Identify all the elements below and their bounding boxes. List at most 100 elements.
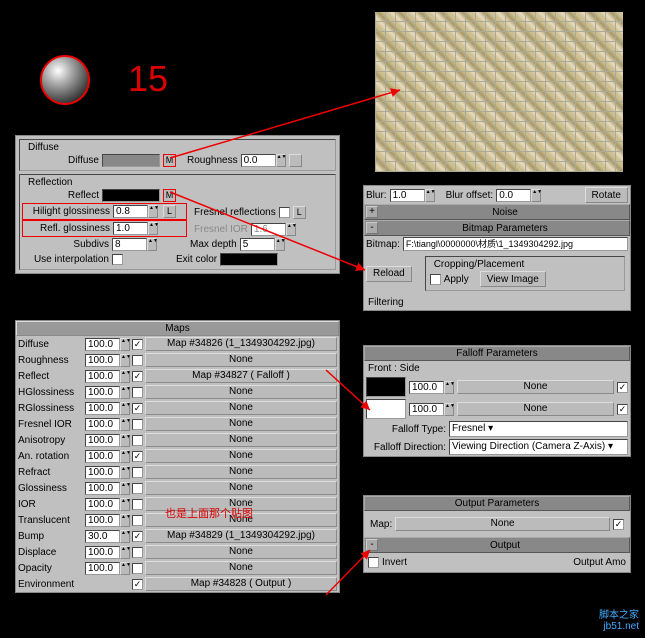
map-enable-checkbox[interactable]	[132, 547, 143, 558]
map-slot-button[interactable]: Map #34827 ( Falloff )	[145, 369, 337, 383]
map-enable-checkbox[interactable]	[132, 467, 143, 478]
reflect-color-swatch[interactable]	[102, 189, 160, 202]
falloff-type-select[interactable]: Fresnel ▾	[449, 421, 628, 437]
output-map-slot[interactable]: None	[395, 517, 610, 531]
map-enable-checkbox[interactable]: ✓	[132, 531, 143, 542]
falloff-chk1[interactable]: ✓	[617, 382, 628, 393]
maps-header[interactable]: Maps	[16, 321, 339, 336]
map-amount-spinner[interactable]: ▲▼	[85, 386, 130, 399]
map-enable-checkbox[interactable]	[132, 499, 143, 510]
map-slot-button[interactable]: Map #34828 ( Output )	[145, 577, 337, 591]
map-amount-spinner[interactable]: ▲▼	[85, 434, 130, 447]
map-slot-button[interactable]: None	[145, 561, 337, 575]
bitmap-params-header[interactable]: -Bitmap Parameters	[364, 220, 630, 236]
reflect-map-button[interactable]: M	[163, 189, 176, 202]
map-amount-spinner[interactable]: ▲▼	[85, 514, 130, 527]
map-enable-checkbox[interactable]	[132, 483, 143, 494]
map-enable-checkbox[interactable]	[132, 387, 143, 398]
map-slot-button[interactable]: Map #34829 (1_1349304292.jpg)	[145, 529, 337, 543]
map-enable-checkbox[interactable]	[132, 515, 143, 526]
map-slot-button[interactable]: None	[145, 385, 337, 399]
front-side-label: Front : Side	[364, 361, 630, 376]
map-amount-spinner[interactable]: ▲▼	[85, 562, 130, 575]
refl-gloss-spinner[interactable]: ▲▼	[113, 222, 158, 235]
output-header[interactable]: -Output	[364, 537, 630, 553]
falloff-slot1[interactable]: None	[457, 380, 614, 394]
blur-offset-label: Blur offset:	[446, 190, 494, 201]
map-enable-checkbox[interactable]: ✓	[132, 451, 143, 462]
map-slot-button[interactable]: None	[145, 417, 337, 431]
blur-spinner[interactable]: ▲▼	[390, 189, 435, 202]
map-enable-checkbox[interactable]	[132, 419, 143, 430]
hilight-lock-button[interactable]: L	[163, 205, 176, 218]
reflect-label: Reflect	[24, 190, 99, 201]
map-amount-spinner[interactable]: ▲▼	[85, 498, 130, 511]
map-slot-button[interactable]: None	[145, 401, 337, 415]
bitmap-panel: Blur: ▲▼ Blur offset: ▲▼ Rotate +Noise -…	[363, 185, 631, 311]
invert-checkbox[interactable]	[368, 557, 379, 568]
map-slot-button[interactable]: None	[145, 481, 337, 495]
map-slot-button[interactable]: None	[145, 433, 337, 447]
noise-header[interactable]: +Noise	[364, 204, 630, 220]
subdivs-spinner[interactable]: ▲▼	[112, 238, 157, 251]
map-slot-button[interactable]: None	[145, 449, 337, 463]
falloff-type-label: Falloff Type:	[366, 424, 446, 435]
roughness-spinner[interactable]: ▲▼	[241, 154, 286, 167]
falloff-color1[interactable]	[366, 377, 406, 397]
falloff-header[interactable]: Falloff Parameters	[364, 346, 630, 361]
falloff-amt1-spinner[interactable]: ▲▼	[409, 381, 454, 394]
apply-checkbox[interactable]	[430, 274, 441, 285]
reload-button[interactable]: Reload	[366, 266, 412, 282]
map-amount-spinner[interactable]: ▲▼	[85, 530, 130, 543]
interp-checkbox[interactable]	[112, 254, 123, 265]
map-enable-checkbox[interactable]	[132, 355, 143, 366]
map-amount-spinner[interactable]: ▲▼	[85, 354, 130, 367]
rotate-button[interactable]: Rotate	[585, 187, 628, 203]
fresnel-refl-checkbox[interactable]	[279, 207, 290, 218]
exit-color-swatch[interactable]	[220, 253, 278, 266]
map-enable-checkbox[interactable]	[132, 563, 143, 574]
view-image-button[interactable]: View Image	[480, 271, 546, 287]
map-amount-spinner[interactable]: ▲▼	[85, 402, 130, 415]
output-params-header[interactable]: Output Parameters	[364, 496, 630, 511]
invert-label: Invert	[382, 557, 407, 568]
map-amount-spinner[interactable]: ▲▼	[85, 546, 130, 559]
map-slot-button[interactable]: Map #34826 (1_1349304292.jpg)	[145, 337, 337, 351]
material-sphere-preview	[40, 55, 90, 105]
falloff-amt2-spinner[interactable]: ▲▼	[409, 403, 454, 416]
map-amount-spinner[interactable]: ▲▼	[85, 370, 130, 383]
map-enable-checkbox[interactable]: ✓	[132, 339, 143, 350]
fresnel-ior-spinner[interactable]: ▲▼	[251, 223, 296, 236]
map-amount-spinner[interactable]: ▲▼	[85, 466, 130, 479]
blur-offset-spinner[interactable]: ▲▼	[496, 189, 541, 202]
map-enable-checkbox[interactable]	[132, 435, 143, 446]
map-slot-button[interactable]: None	[145, 465, 337, 479]
map-amount-spinner[interactable]: ▲▼	[85, 418, 130, 431]
map-enable-checkbox[interactable]: ✓	[132, 579, 143, 590]
output-map-chk[interactable]: ✓	[613, 519, 624, 530]
bitmap-path-field[interactable]: F:\tiangl\0000000\材质\1_1349304292.jpg	[403, 237, 628, 251]
map-amount-spinner[interactable]: ▲▼	[85, 482, 130, 495]
map-row: Anisotropy▲▼None	[16, 432, 339, 448]
diffuse-map-button[interactable]: M	[163, 154, 176, 167]
falloff-chk2[interactable]: ✓	[617, 404, 628, 415]
fresnel-lock-button[interactable]: L	[293, 206, 306, 219]
diffuse-color-swatch[interactable]	[102, 154, 160, 167]
map-enable-checkbox[interactable]: ✓	[132, 371, 143, 382]
maxdepth-spinner[interactable]: ▲▼	[240, 238, 285, 251]
map-slot-button[interactable]: None	[145, 353, 337, 367]
map-enable-checkbox[interactable]: ✓	[132, 403, 143, 414]
map-amount-spinner[interactable]: ▲▼	[85, 450, 130, 463]
hilight-spinner[interactable]: ▲▼	[113, 205, 158, 218]
fresnel-ior-label: Fresnel IOR	[194, 224, 248, 235]
map-row: Diffuse▲▼✓Map #34826 (1_1349304292.jpg)	[16, 336, 339, 352]
map-row: Displace▲▼None	[16, 544, 339, 560]
hilight-label: Hilight glossiness	[25, 206, 110, 217]
output-panel: Output Parameters Map: None ✓ -Output In…	[363, 495, 631, 573]
falloff-slot2[interactable]: None	[457, 402, 614, 416]
falloff-dir-select[interactable]: Viewing Direction (Camera Z-Axis) ▾	[449, 439, 628, 455]
falloff-color2[interactable]	[366, 399, 406, 419]
map-amount-spinner[interactable]: ▲▼	[85, 338, 130, 351]
map-slot-button[interactable]: None	[145, 545, 337, 559]
roughness-map-button[interactable]	[289, 154, 302, 167]
